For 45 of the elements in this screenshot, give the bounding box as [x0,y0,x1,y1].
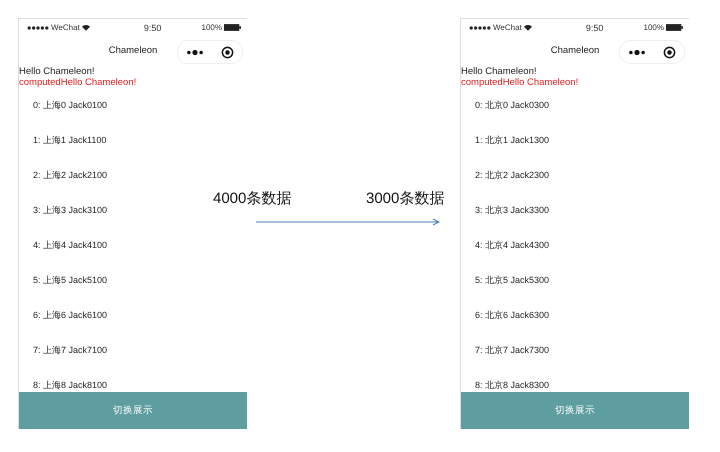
annotation-label: 4000条数据 [213,189,292,208]
computed-text: computedHello Chameleon! [461,77,580,88]
battery-percent: 100% [202,23,222,32]
status-time: 9:50 [586,22,604,32]
signal-icon [469,26,491,30]
list-item: 8: 上海8 Jack8100 [33,380,108,391]
capsule-menu[interactable] [177,40,243,64]
carrier-name: WeChat [493,23,522,32]
list-item: 5: 上海5 Jack5100 [33,275,108,287]
list-item: 1: 北京1 Jack1300 [475,135,550,147]
list-item: 3: 上海3 Jack3100 [33,205,108,217]
list-item: 8: 北京8 Jack8300 [475,380,550,391]
greeting-text: Hello Chameleon! [19,66,96,77]
battery-icon [666,24,683,31]
list-item: 2: 北京2 Jack2300 [475,170,550,182]
toggle-button[interactable]: 切换展示 [461,392,689,429]
nav-title: Chameleon [108,44,158,56]
list-item: 7: 北京7 Jack7300 [475,345,550,357]
list-item: 1: 上海1 Jack1100 [33,135,106,147]
signal-icon [27,26,49,30]
list-item: 4: 上海4 Jack4100 [33,240,108,252]
more-icon[interactable] [186,48,204,56]
list-item: 6: 北京6 Jack6300 [475,310,550,322]
battery-percent: 100% [644,23,664,32]
nav-title: Chameleon [550,44,600,56]
greeting-text: Hello Chameleon! [461,66,538,77]
capsule-menu[interactable] [619,40,685,64]
wifi-icon [524,24,532,31]
list-item: 0: 上海0 Jack0100 [33,100,108,112]
list-item: 6: 上海6 Jack6100 [33,310,108,322]
computed-text: computedHello Chameleon! [19,77,138,88]
annotation-label: 3000条数据 [366,189,444,208]
list-item: 7: 上海7 Jack7100 [33,345,108,357]
list-item: 0: 北京0 Jack0300 [475,100,550,112]
list-item: 2: 上海2 Jack2100 [33,170,108,182]
list-item: 5: 北京5 Jack5300 [475,275,550,287]
toggle-button[interactable]: 切换展示 [19,392,247,429]
carrier-name: WeChat [51,23,80,32]
list-item: 3: 北京3 Jack3300 [475,205,550,217]
status-time: 9:50 [144,22,162,32]
more-icon[interactable] [628,48,646,56]
list-item: 4: 北京4 Jack4300 [475,240,550,252]
battery-icon [224,24,241,31]
wifi-icon [82,24,90,31]
arrow-icon [256,218,440,226]
